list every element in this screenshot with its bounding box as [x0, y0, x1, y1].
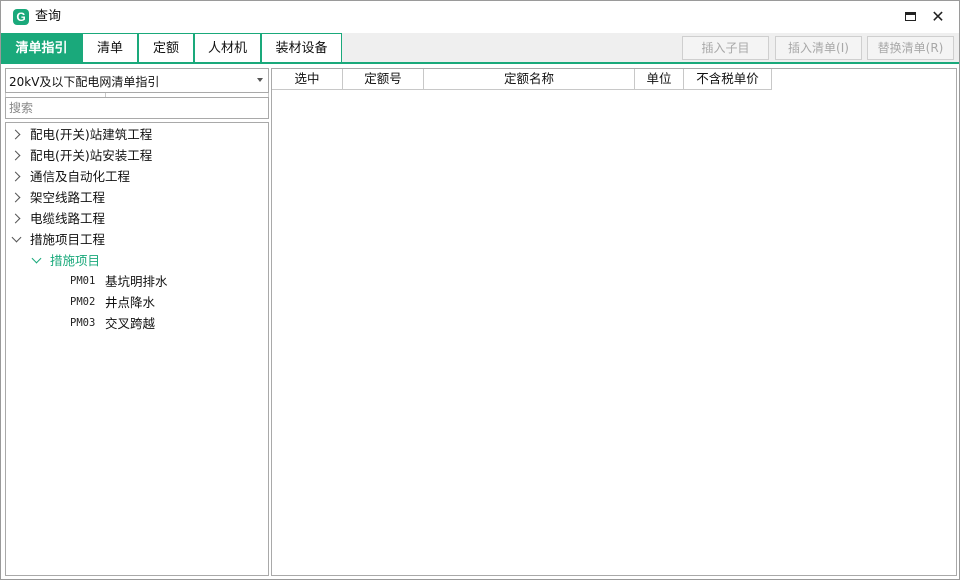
tree-leaf[interactable]: PM01 基坑明排水 — [6, 271, 268, 292]
guide-tree: 配电(开关)站建筑工程 配电(开关)站安装工程 通信及自动化工程 架空线路工程 … — [5, 122, 269, 576]
chevron-down-icon — [257, 78, 263, 82]
tree-leaf-code: PM02 — [70, 296, 96, 308]
tree-node[interactable]: 通信及自动化工程 — [6, 166, 268, 187]
tree-node-label: 措施项目工程 — [30, 232, 106, 247]
insert-list-button[interactable]: 插入清单(I) — [775, 36, 862, 60]
close-icon: ✕ — [931, 7, 945, 26]
tree-node[interactable]: 配电(开关)站建筑工程 — [6, 124, 268, 145]
chevron-right-icon[interactable] — [10, 171, 21, 182]
tree-leaf[interactable]: PM03 交叉跨越 — [6, 313, 268, 334]
column-header-select[interactable]: 选中 — [272, 69, 343, 90]
tab-material-equipment[interactable]: 装材设备 — [261, 33, 342, 62]
maximize-button[interactable] — [899, 7, 921, 27]
tree-node[interactable]: 措施项目工程 — [6, 229, 268, 250]
chevron-down-icon[interactable] — [11, 232, 22, 243]
window-title: 查询 — [35, 9, 62, 24]
guide-select-value: 20kV及以下配电网清单指引 — [9, 75, 160, 89]
tree-node-label: 通信及自动化工程 — [30, 169, 131, 184]
chevron-right-icon[interactable] — [10, 150, 21, 161]
tab-labor-material-machine[interactable]: 人材机 — [194, 33, 261, 62]
tree-node-label: 措施项目 — [50, 253, 101, 268]
column-header-quota-code[interactable]: 定额号 — [343, 69, 424, 90]
app-logo-icon: G — [13, 9, 29, 25]
tree-leaf-code: PM03 — [70, 317, 96, 329]
tree-leaf-label: 井点降水 — [105, 295, 156, 310]
column-header-unit[interactable]: 单位 — [635, 69, 684, 90]
insert-child-button[interactable]: 插入子目 — [682, 36, 769, 60]
search-input[interactable] — [5, 97, 269, 119]
quota-grid: 选中 定额号 定额名称 单位 不含税单价 — [271, 68, 957, 576]
tree-node[interactable]: 电缆线路工程 — [6, 208, 268, 229]
tab-list-guide[interactable]: 清单指引 — [1, 33, 82, 62]
tree-node-label: 配电(开关)站建筑工程 — [30, 127, 153, 142]
chevron-right-icon[interactable] — [10, 192, 21, 203]
tab-list[interactable]: 清单 — [82, 33, 138, 62]
tree-node-selected[interactable]: 措施项目 — [6, 250, 268, 271]
column-header-quota-name[interactable]: 定额名称 — [424, 69, 635, 90]
tree-node-label: 电缆线路工程 — [30, 211, 106, 226]
tree-node-label: 配电(开关)站安装工程 — [30, 148, 153, 163]
tab-bar: 清单指引 清单 定额 人材机 装材设备 插入子目 插入清单(I) 替换清单(R) — [1, 33, 959, 64]
title-bar: G 查询 ✕ — [1, 1, 959, 33]
tree-leaf[interactable]: PM02 井点降水 — [6, 292, 268, 313]
chevron-right-icon[interactable] — [10, 129, 21, 140]
query-window: G 查询 ✕ 清单指引 清单 定额 人材机 装材设备 插入子目 插入清单(I) … — [0, 0, 960, 580]
tree-node[interactable]: 配电(开关)站安装工程 — [6, 145, 268, 166]
chevron-right-icon[interactable] — [10, 213, 21, 224]
tree-node-label: 架空线路工程 — [30, 190, 106, 205]
close-button[interactable]: ✕ — [927, 7, 949, 27]
tree-leaf-label: 基坑明排水 — [105, 274, 168, 289]
maximize-icon — [904, 12, 916, 21]
replace-list-button[interactable]: 替换清单(R) — [867, 36, 954, 60]
tree-leaf-label: 交叉跨越 — [105, 316, 156, 331]
tree-leaf-code: PM01 — [70, 275, 96, 287]
chevron-down-icon[interactable] — [31, 253, 42, 264]
tree-node[interactable]: 架空线路工程 — [6, 187, 268, 208]
tab-quota[interactable]: 定额 — [138, 33, 194, 62]
guide-select[interactable]: 20kV及以下配电网清单指引 — [5, 68, 269, 93]
column-header-unit-price-excl-tax[interactable]: 不含税单价 — [684, 69, 772, 90]
